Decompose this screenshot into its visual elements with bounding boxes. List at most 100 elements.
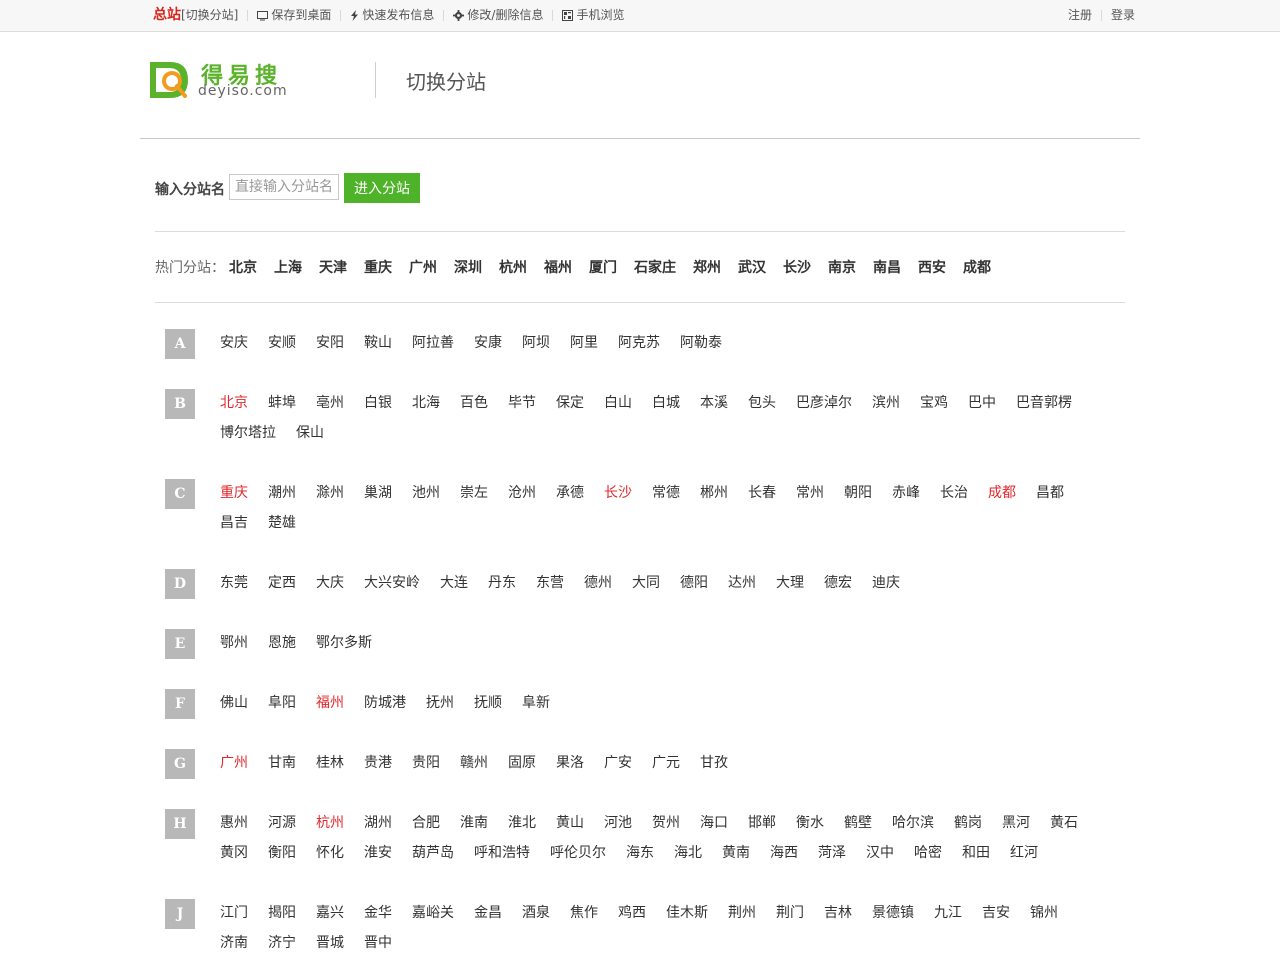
city-link[interactable]: 焦作 [570,898,598,928]
city-link[interactable]: 长春 [748,478,776,508]
mobile-link[interactable]: 手机浏览 [562,0,624,31]
city-link[interactable]: 桂林 [316,748,344,778]
city-link[interactable]: 贵阳 [412,748,440,778]
city-link[interactable]: 湖州 [364,808,392,838]
city-link[interactable]: 嘉兴 [316,898,344,928]
city-link[interactable]: 黄山 [556,808,584,838]
city-link[interactable]: 赣州 [460,748,488,778]
hot-site-link[interactable]: 郑州 [693,257,721,277]
city-link[interactable]: 白银 [364,388,392,418]
hot-site-link[interactable]: 石家庄 [634,257,676,277]
edit-delete-link[interactable]: 修改/删除信息 [453,0,543,31]
city-link[interactable]: 本溪 [700,388,728,418]
city-link[interactable]: 合肥 [412,808,440,838]
city-link[interactable]: 德宏 [824,568,852,598]
city-link[interactable]: 成都 [988,478,1016,508]
city-link[interactable]: 北京 [220,388,248,418]
city-link[interactable]: 蚌埠 [268,388,296,418]
city-link[interactable]: 晋中 [364,928,392,958]
city-link[interactable]: 阜阳 [268,688,296,718]
city-link[interactable]: 阿克苏 [618,328,660,358]
city-link[interactable]: 大兴安岭 [364,568,420,598]
city-link[interactable]: 郴州 [700,478,728,508]
city-link[interactable]: 淮南 [460,808,488,838]
city-link[interactable]: 江门 [220,898,248,928]
hot-site-link[interactable]: 重庆 [364,257,392,277]
city-link[interactable]: 大理 [776,568,804,598]
hot-site-link[interactable]: 西安 [918,257,946,277]
city-link[interactable]: 昌吉 [220,508,248,538]
city-link[interactable]: 揭阳 [268,898,296,928]
city-link[interactable]: 东莞 [220,568,248,598]
city-link[interactable]: 红河 [1010,838,1038,868]
hot-site-link[interactable]: 厦门 [589,257,617,277]
city-link[interactable]: 九江 [934,898,962,928]
city-link[interactable]: 甘南 [268,748,296,778]
hot-site-link[interactable]: 上海 [274,257,302,277]
city-link[interactable]: 呼伦贝尔 [550,838,606,868]
city-link[interactable]: 济南 [220,928,248,958]
main-site-label[interactable]: 总站 [153,0,181,31]
city-link[interactable]: 佛山 [220,688,248,718]
quick-post-link[interactable]: 快速发布信息 [350,0,434,31]
city-link[interactable]: 鞍山 [364,328,392,358]
city-link[interactable]: 长治 [940,478,968,508]
hot-site-link[interactable]: 天津 [319,257,347,277]
site-name-input[interactable] [229,174,339,200]
city-link[interactable]: 杭州 [316,808,344,838]
city-link[interactable]: 济宁 [268,928,296,958]
city-link[interactable]: 博尔塔拉 [220,418,276,448]
hot-site-link[interactable]: 福州 [544,257,572,277]
city-link[interactable]: 德州 [584,568,612,598]
city-link[interactable]: 阿拉善 [412,328,454,358]
city-link[interactable]: 抚顺 [474,688,502,718]
hot-site-link[interactable]: 广州 [409,257,437,277]
enter-site-button[interactable]: 进入分站 [344,173,420,203]
city-link[interactable]: 阿勒泰 [680,328,722,358]
logo[interactable]: 得易搜 deyiso.com [148,58,293,104]
city-link[interactable]: 葫芦岛 [412,838,454,868]
city-link[interactable]: 哈尔滨 [892,808,934,838]
city-link[interactable]: 海东 [626,838,654,868]
city-link[interactable]: 迪庆 [872,568,900,598]
city-link[interactable]: 黄石 [1050,808,1078,838]
city-link[interactable]: 惠州 [220,808,248,838]
city-link[interactable]: 池州 [412,478,440,508]
city-link[interactable]: 金华 [364,898,392,928]
city-link[interactable]: 菏泽 [818,838,846,868]
city-link[interactable]: 汉中 [866,838,894,868]
city-link[interactable]: 定西 [268,568,296,598]
city-link[interactable]: 安顺 [268,328,296,358]
city-link[interactable]: 滨州 [872,388,900,418]
city-link[interactable]: 吉林 [824,898,852,928]
city-link[interactable]: 毕节 [508,388,536,418]
city-link[interactable]: 承德 [556,478,584,508]
switch-site-link[interactable]: [切换分站] [181,0,238,31]
city-link[interactable]: 包头 [748,388,776,418]
main-site-link[interactable]: 总站 [切换分站] [153,0,238,31]
city-link[interactable]: 巢湖 [364,478,392,508]
city-link[interactable]: 呼和浩特 [474,838,530,868]
city-link[interactable]: 东营 [536,568,564,598]
city-link[interactable]: 巴音郭楞 [1016,388,1072,418]
city-link[interactable]: 朝阳 [844,478,872,508]
city-link[interactable]: 佳木斯 [666,898,708,928]
city-link[interactable]: 保定 [556,388,584,418]
city-link[interactable]: 德阳 [680,568,708,598]
hot-site-link[interactable]: 杭州 [499,257,527,277]
city-link[interactable]: 淮安 [364,838,392,868]
hot-site-link[interactable]: 武汉 [738,257,766,277]
city-link[interactable]: 鄂尔多斯 [316,628,372,658]
city-link[interactable]: 亳州 [316,388,344,418]
city-link[interactable]: 淮北 [508,808,536,838]
city-link[interactable]: 哈密 [914,838,942,868]
city-link[interactable]: 荆门 [776,898,804,928]
city-link[interactable]: 黄南 [722,838,750,868]
city-link[interactable]: 金昌 [474,898,502,928]
city-link[interactable]: 果洛 [556,748,584,778]
city-link[interactable]: 河池 [604,808,632,838]
city-link[interactable]: 巴中 [968,388,996,418]
city-link[interactable]: 海口 [700,808,728,838]
city-link[interactable]: 安康 [474,328,502,358]
city-link[interactable]: 海北 [674,838,702,868]
